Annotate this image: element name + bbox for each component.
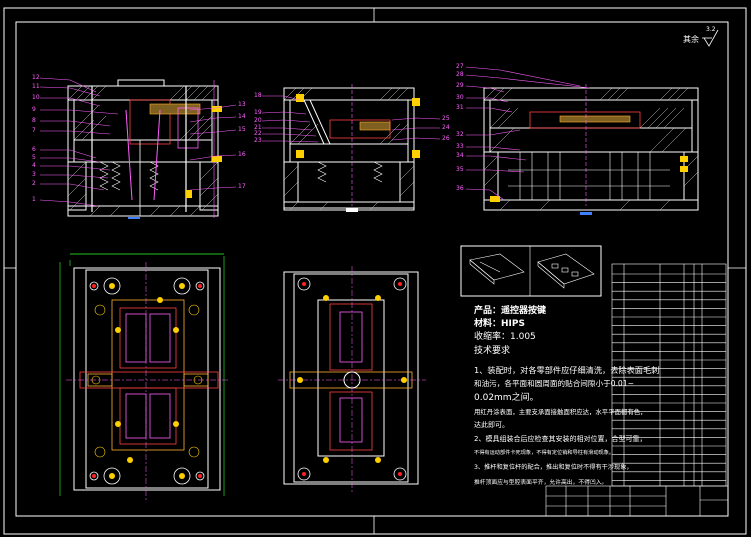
outer-border: [3, 7, 747, 535]
title-block: [545, 485, 729, 517]
tech-line-7: 不得有运动部件卡死现象，不得有定位销和导柱有滑动现象。: [474, 450, 615, 456]
section-view-left: [67, 79, 222, 219]
tech-line-3: 0.02mm之间。: [474, 393, 539, 403]
callout-number: 27: [456, 63, 464, 70]
callout-number: 25: [442, 115, 450, 122]
callout-number: 7: [32, 127, 36, 134]
cad-drawing-canvas: [3, 7, 747, 535]
callout-number: 31: [456, 104, 464, 111]
part-preview: [460, 245, 602, 297]
callout-number: 26: [442, 135, 450, 142]
callout-number: 1: [32, 196, 36, 203]
callout-number: 32: [456, 131, 464, 138]
tech-line-8: 3、推杆和复位杆的配合，推出和复位时不得有干涉现象，: [474, 464, 633, 471]
callout-number: 29: [456, 82, 464, 89]
callout-number: 11: [32, 83, 40, 90]
parts-list-table: [611, 263, 727, 487]
callout-number: 19: [254, 109, 262, 116]
callout-number: 30: [456, 94, 464, 101]
callout-number: 35: [456, 166, 464, 173]
tech-line-6: 2、模具组装合后应检查其安装的相对位置，合型可靠，: [474, 435, 647, 443]
callout-number: 24: [442, 124, 450, 131]
plan-view-middle: [278, 266, 426, 494]
tech-line-1: 1、装配时，对各零部件应仔细清洗，去除表面毛刺: [474, 365, 660, 375]
callout-number: 28: [456, 71, 464, 78]
callout-number: 2: [32, 180, 36, 187]
callout-number: 3: [32, 171, 36, 178]
callout-number: 17: [238, 183, 246, 190]
roughness-label: 其余: [683, 35, 699, 44]
callout-leaders-right: [465, 66, 591, 201]
callout-number: 16: [238, 151, 246, 158]
callout-number: 6: [32, 146, 36, 153]
callout-leaders-left: [39, 77, 237, 207]
tech-line-2: 和油污，各平面和圆周面的贴合间隙小于0.01~: [474, 379, 634, 388]
callout-number: 8: [32, 117, 36, 124]
callout-number: 12: [32, 74, 40, 81]
callout-number: 23: [254, 137, 262, 144]
callout-number: 36: [456, 185, 464, 192]
callout-number: 5: [32, 154, 36, 161]
callout-number: 33: [456, 143, 464, 150]
tech-heading: 技术要求: [474, 346, 511, 356]
roughness-value: 3.2: [706, 26, 716, 33]
product-name: 产品：遥控器按键: [474, 306, 547, 316]
tech-line-9: 推杆顶面应与型腔表面平齐，允许高出，不得凹入。: [474, 480, 608, 486]
plan-view-left: [59, 253, 230, 500]
callout-number: 15: [238, 126, 246, 133]
callout-number: 34: [456, 152, 464, 159]
tech-line-5: 达此即可。: [474, 421, 509, 429]
product-material: 材料：HIPS: [474, 319, 525, 329]
callout-number: 9: [32, 106, 36, 113]
section-view-middle: [283, 84, 420, 212]
callout-number: 18: [254, 92, 262, 99]
tech-line-4: 用红丹涂表面，主要支承面接触面积应达，水平平面都有色，: [474, 408, 647, 416]
product-shrinkage: 收缩率：1.005: [474, 332, 536, 342]
callout-number: 4: [32, 162, 36, 169]
callout-number: 10: [32, 94, 40, 101]
callout-number: 14: [238, 113, 246, 120]
callout-number: 13: [238, 101, 246, 108]
